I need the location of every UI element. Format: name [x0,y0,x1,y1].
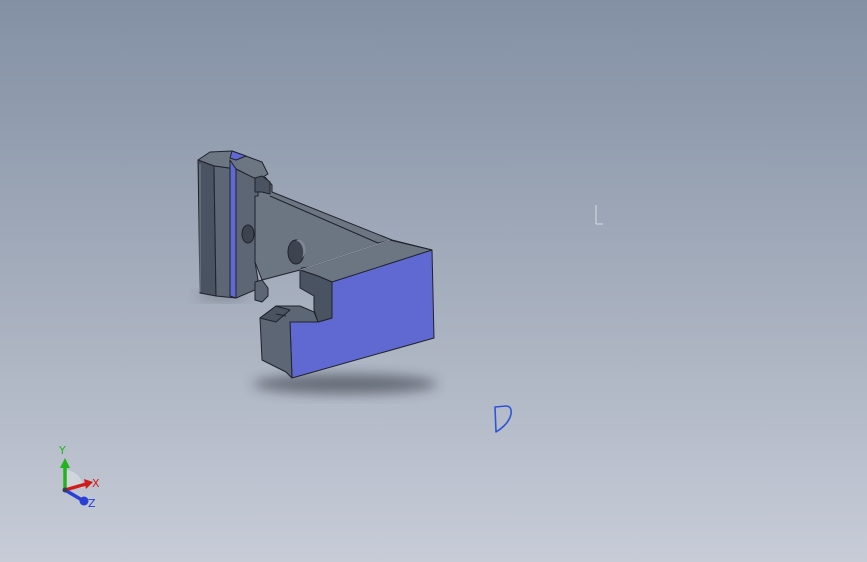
step-face[interactable] [254,175,271,195]
post-selected-face[interactable] [229,159,237,299]
part-model[interactable] [0,0,867,562]
x-axis-label: X [92,477,100,490]
post-front-face[interactable] [197,159,217,297]
graphics-viewport[interactable]: Y X Z [0,0,867,562]
z-axis-label: Z [88,497,96,510]
reference-triad[interactable]: Y X Z [48,440,108,516]
bracket-part[interactable] [197,150,435,379]
origin-icon[interactable] [591,204,605,228]
sketch-plane-icon[interactable] [490,402,514,436]
small-hole[interactable] [241,224,255,244]
lower-tab-face[interactable] [254,279,269,303]
y-axis-label: Y [59,444,66,457]
model-shadow [253,374,437,394]
